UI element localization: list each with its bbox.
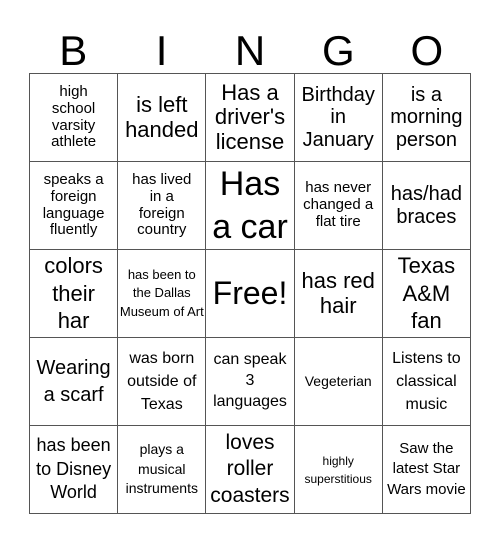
bingo-cell[interactable]: Listens to classical music — [382, 338, 471, 426]
bingo-cell[interactable]: Birthday in January — [294, 74, 383, 162]
cell-text: is a morning person — [390, 83, 463, 151]
header-letter-b: B — [59, 26, 88, 74]
bingo-cell[interactable]: has red hair — [294, 250, 383, 338]
cell-text: has never changed a flat tire — [303, 179, 374, 230]
cell-text: has been to the Dallas Museum of Art — [119, 267, 204, 319]
bingo-cell[interactable]: has been to Disney World — [30, 426, 119, 514]
bingo-cell[interactable]: Saw the latest Star Wars movie — [382, 426, 471, 514]
bingo-cell[interactable]: Has a driver's license — [206, 74, 295, 162]
bingo-cell[interactable]: high school varsity athlete — [30, 74, 119, 162]
bingo-grid: high school varsity athlete is left hand… — [29, 73, 471, 514]
header-letter-g: G — [322, 26, 355, 74]
cell-text: colors their har — [44, 253, 103, 334]
cell-text: has lived in a foreign country — [132, 170, 192, 239]
bingo-cell[interactable]: has/had braces — [382, 162, 471, 250]
cell-text: has/had braces — [390, 183, 462, 228]
bingo-cell[interactable]: Texas A&M fan — [382, 250, 471, 338]
bingo-cell[interactable]: is a morning person — [382, 74, 471, 162]
cell-text: high school varsity athlete — [51, 82, 97, 151]
cell-text: Has a driver's license — [214, 79, 286, 154]
cell-text: has red hair — [301, 267, 375, 318]
bingo-cell[interactable]: plays a musical instruments — [118, 426, 207, 514]
bingo-cell[interactable]: has never changed a flat tire — [294, 162, 383, 250]
header-letter-o: O — [410, 26, 444, 74]
bingo-cell[interactable]: speaks a foreign language fluently — [30, 162, 119, 250]
bingo-cell[interactable]: colors their har — [30, 250, 119, 338]
cell-text: Free! — [212, 274, 288, 311]
cell-text: highly superstitious — [304, 453, 372, 486]
header-letter-i: I — [155, 26, 168, 74]
bingo-cell[interactable]: Wearing a scarf — [30, 338, 119, 426]
cell-text: loves roller coasters — [210, 431, 290, 507]
cell-text: Texas A&M fan — [397, 253, 456, 334]
cell-text: has been to Disney World — [36, 435, 112, 503]
bingo-cell[interactable]: Vegeterian — [294, 338, 383, 426]
cell-text: speaks a foreign language fluently — [42, 170, 105, 239]
bingo-cell[interactable]: was born outside of Texas — [118, 338, 207, 426]
bingo-cell[interactable]: has been to the Dallas Museum of Art — [118, 250, 207, 338]
cell-text: Listens to classical music — [392, 349, 461, 414]
header-letter-n: N — [234, 26, 266, 74]
cell-text: is left handed — [125, 91, 199, 142]
free-space[interactable]: Free! — [206, 250, 295, 338]
bingo-cell[interactable]: can speak 3 languages — [206, 338, 295, 426]
cell-text: can speak 3 languages — [213, 351, 287, 410]
bingo-cell[interactable]: is left handed — [118, 74, 207, 162]
cell-text: plays a musical instruments — [125, 441, 198, 497]
cell-text: Has a car — [212, 165, 288, 246]
bingo-cell[interactable]: highly superstitious — [294, 426, 383, 514]
cell-text: Wearing a scarf — [36, 356, 111, 406]
cell-text: Vegeterian — [304, 372, 372, 389]
bingo-cell[interactable]: has lived in a foreign country — [118, 162, 207, 250]
bingo-header: B I N G O — [29, 28, 471, 73]
cell-text: Saw the latest Star Wars movie — [387, 440, 466, 498]
cell-text: was born outside of Texas — [127, 349, 197, 414]
bingo-cell[interactable]: loves roller coasters — [206, 426, 295, 514]
cell-text: Birthday in January — [301, 83, 375, 151]
bingo-cell[interactable]: Has a car — [206, 162, 295, 250]
